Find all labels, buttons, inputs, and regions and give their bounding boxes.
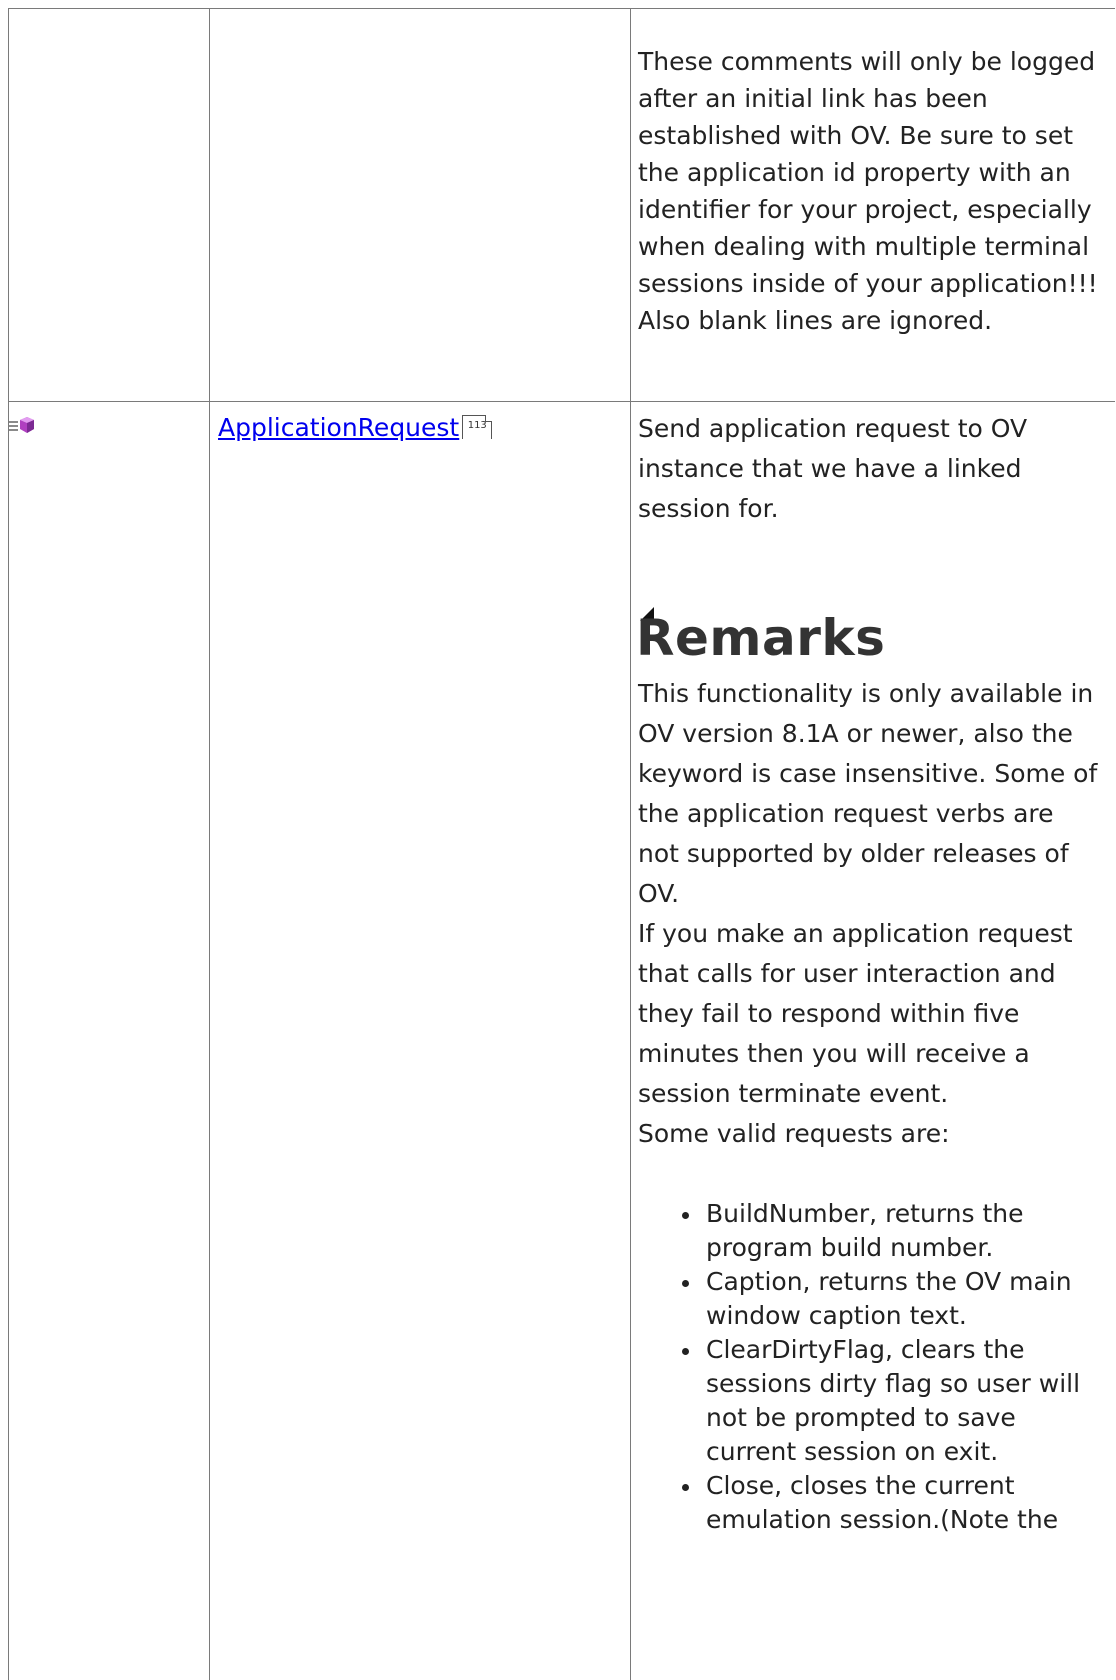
remarks-paragraph-1: This functionality is only available in … xyxy=(638,679,1098,908)
method-icon xyxy=(9,417,34,433)
member-name-cell: ApplicationRequest 113 xyxy=(218,411,493,445)
list-item: Caption, returns the OV main window capt… xyxy=(678,1265,1108,1333)
column-divider-1 xyxy=(209,9,210,1680)
row-divider xyxy=(9,401,1115,402)
remarks-paragraph-2: If you make an application request that … xyxy=(638,919,1073,1108)
page-reference-box[interactable]: 113 xyxy=(462,415,493,439)
list-item: Close, closes the current emulation sess… xyxy=(678,1469,1108,1537)
column-divider-2 xyxy=(630,9,631,1680)
valid-requests-list: BuildNumber, returns the program build n… xyxy=(678,1197,1108,1537)
member-summary-text: Send application request to OV instance … xyxy=(638,414,1028,523)
remarks-body: This functionality is only available in … xyxy=(638,674,1098,1154)
list-item: BuildNumber, returns the program build n… xyxy=(678,1197,1108,1265)
top-row-description-text: These comments will only be logged after… xyxy=(638,47,1098,335)
top-row-description: These comments will only be logged after… xyxy=(638,43,1108,339)
remarks-heading: Remarks xyxy=(636,609,886,667)
remarks-paragraph-3: Some valid requests are: xyxy=(638,1119,950,1148)
list-item: ClearDirtyFlag, clears the sessions dirt… xyxy=(678,1333,1108,1469)
member-summary: Send application request to OV instance … xyxy=(638,409,1078,529)
application-request-link[interactable]: ApplicationRequest xyxy=(218,413,459,442)
